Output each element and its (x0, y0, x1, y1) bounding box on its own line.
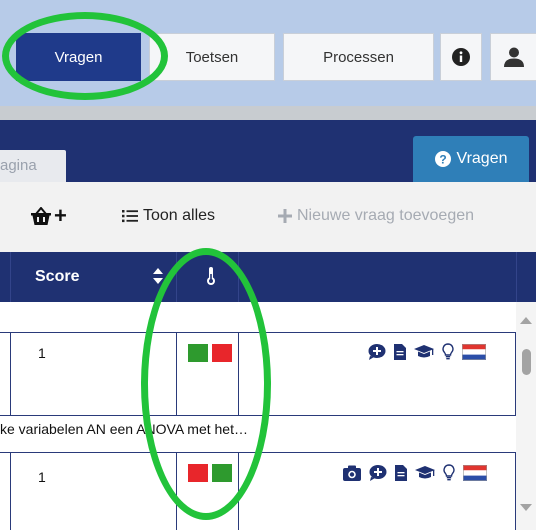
document-icon[interactable] (395, 464, 407, 481)
lightbulb-icon[interactable] (443, 464, 455, 481)
row-action-icons (343, 464, 487, 481)
add-to-basket-button[interactable]: + (31, 203, 67, 228)
highlight-circle (2, 12, 168, 100)
vertical-scrollbar[interactable] (516, 302, 536, 530)
document-icon[interactable] (394, 343, 406, 360)
list-icon (122, 210, 138, 223)
divider-strip (0, 106, 536, 120)
show-all-label: Toon alles (143, 207, 216, 224)
tab-toetsen-label: Toetsen (185, 48, 239, 66)
user-icon (503, 47, 524, 67)
tab-pagina-label: agina (0, 157, 37, 174)
score-value: 1 (38, 345, 46, 361)
dutch-flag-icon[interactable] (462, 343, 486, 360)
vragen-help-button[interactable]: ? Vragen (413, 136, 529, 182)
tab-processen-label: Processen (323, 48, 394, 66)
info-icon (452, 48, 470, 66)
question-circle-icon: ? (434, 151, 451, 167)
scroll-down-arrow-icon[interactable] (520, 504, 532, 511)
user-button[interactable] (490, 33, 536, 81)
scrollbar-thumb[interactable] (522, 349, 531, 375)
vragen-help-label: Vragen (456, 150, 508, 167)
graduation-cap-icon[interactable] (415, 465, 435, 481)
cell-divider (10, 453, 11, 530)
column-divider (10, 252, 11, 302)
tab-pagina[interactable]: agina (0, 150, 66, 182)
graduation-cap-icon[interactable] (414, 344, 434, 360)
dutch-flag-icon[interactable] (463, 464, 487, 481)
add-question-label: Nieuwe vraag toevoegen (297, 207, 475, 224)
row-action-icons (368, 343, 486, 360)
add-question-button[interactable]: Nieuwe vraag toevoegen (278, 207, 474, 225)
cell-divider (10, 333, 11, 415)
show-all-button[interactable]: Toon alles (122, 207, 215, 225)
comment-plus-icon[interactable] (368, 343, 386, 360)
column-divider (516, 252, 517, 302)
basket-icon (31, 207, 51, 225)
tab-processen[interactable]: Processen (283, 33, 434, 81)
camera-icon[interactable] (343, 465, 361, 481)
info-button[interactable] (440, 33, 482, 81)
scroll-up-arrow-icon[interactable] (520, 317, 532, 324)
table-header: Score (0, 252, 536, 302)
toolbar: + Toon alles Nieuwe vraag toevoegen (0, 182, 536, 252)
svg-text:?: ? (439, 152, 446, 166)
comment-plus-icon[interactable] (369, 464, 387, 481)
highlight-circle (141, 248, 271, 520)
plus-icon (278, 209, 292, 223)
plus-icon: + (54, 203, 67, 228)
column-header-score[interactable]: Score (35, 268, 79, 286)
score-value: 1 (38, 469, 46, 485)
lightbulb-icon[interactable] (442, 343, 454, 360)
